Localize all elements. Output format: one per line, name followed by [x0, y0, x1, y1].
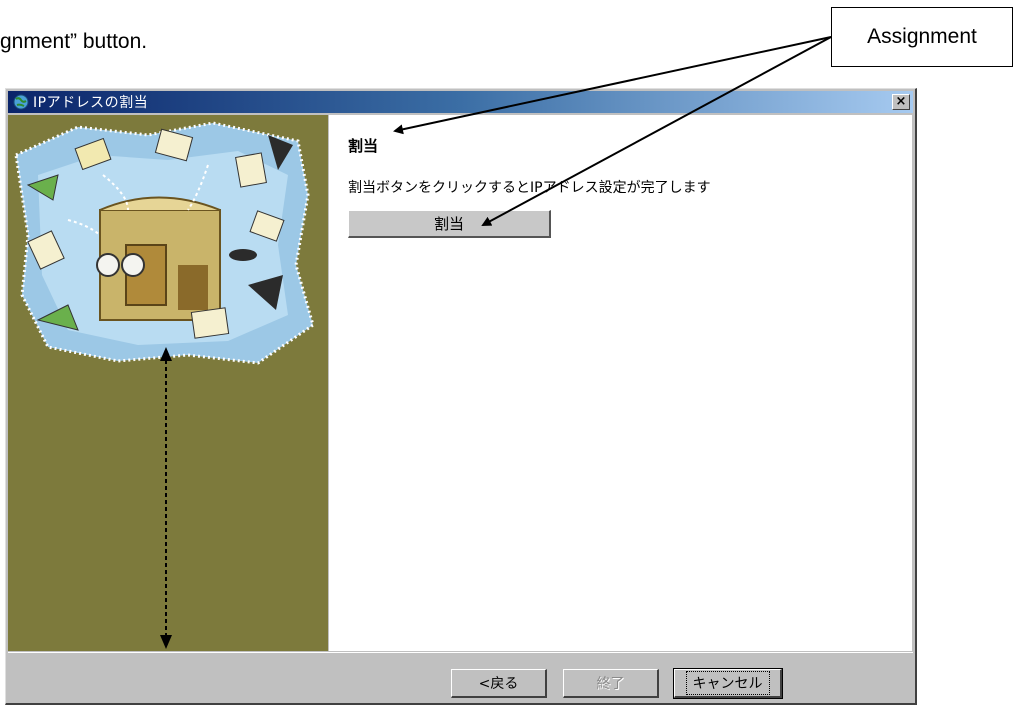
wizard-button-bar: <戻る 終了 キャンセル: [8, 652, 913, 703]
assign-button-label: 割当: [433, 215, 464, 233]
instruction-text: 割当ボタンをクリックするとIPアドレス設定が完了します: [348, 180, 711, 196]
window-title: IPアドレスの割当: [33, 95, 149, 111]
instruction-caption: gnment” button.: [0, 30, 148, 53]
cancel-button-label: キャンセル: [685, 671, 770, 695]
title-bar[interactable]: IPアドレスの割当 ×: [8, 91, 913, 113]
wizard-illustration: [14, 121, 315, 649]
callout-label: Assignment: [867, 25, 977, 48]
close-icon: ×: [895, 94, 907, 109]
network-globe-icon: [13, 94, 29, 110]
assign-button[interactable]: 割当: [348, 210, 551, 238]
back-button[interactable]: <戻る: [451, 669, 547, 698]
ip-address-assign-dialog: IPアドレスの割当 × 割当 割当ボタンをクリックするとIPアドレス設定が完了し…: [5, 88, 917, 705]
wizard-content: 割当 割当ボタンをクリックするとIPアドレス設定が完了します 割当: [329, 115, 912, 651]
callout-assignment-label: Assignment: [831, 7, 1013, 67]
page-heading: 割当: [348, 137, 379, 155]
close-button[interactable]: ×: [892, 94, 910, 110]
wizard-side-panel: [8, 115, 328, 651]
finish-button: 終了: [563, 669, 659, 698]
finish-button-label: 終了: [596, 676, 625, 692]
back-button-label: <戻る: [478, 676, 519, 692]
cancel-button[interactable]: キャンセル: [673, 668, 783, 699]
